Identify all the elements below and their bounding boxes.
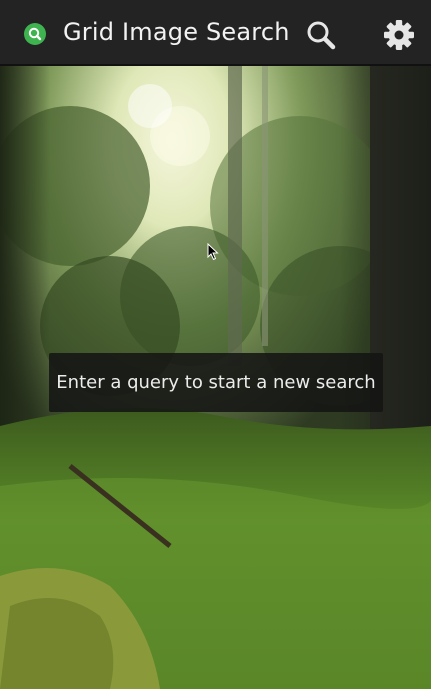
- toast-text: Enter a query to start a new search: [56, 372, 376, 393]
- app-title: Grid Image Search: [63, 18, 290, 46]
- app-screen: Grid Image Search Enter a query to start…: [0, 0, 431, 689]
- settings-button[interactable]: [380, 16, 418, 54]
- mouse-cursor-icon: [207, 242, 219, 261]
- gear-icon: [380, 20, 418, 58]
- search-button[interactable]: [302, 16, 340, 54]
- magnifier-logo-icon: [24, 23, 46, 45]
- search-icon: [302, 21, 340, 58]
- action-bar: Grid Image Search: [0, 0, 431, 66]
- toast-message: Enter a query to start a new search: [49, 353, 383, 412]
